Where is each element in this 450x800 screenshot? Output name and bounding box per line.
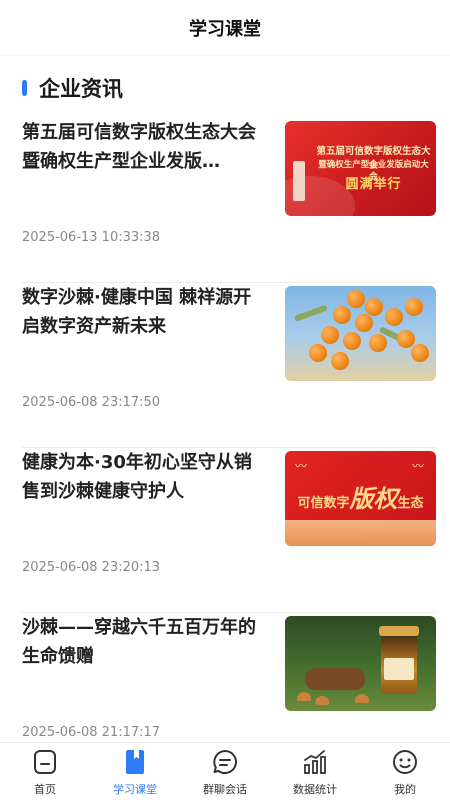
article-date: 2025-06-08 21:17:17 xyxy=(22,725,161,740)
berry-graphic xyxy=(321,326,339,344)
jar-graphic xyxy=(379,626,419,694)
berry-graphic xyxy=(385,308,403,326)
mushroom-graphic xyxy=(297,692,311,701)
decor-band xyxy=(285,520,436,546)
home-icon xyxy=(34,750,56,774)
jar-label xyxy=(384,658,414,680)
thumb-line: 版权 xyxy=(349,484,398,513)
tab-profile[interactable]: 我的 xyxy=(360,743,450,800)
tab-label: 学习课堂 xyxy=(113,783,157,796)
tab-label: 群聊会话 xyxy=(203,783,247,796)
section-header: 企业资讯 xyxy=(0,58,450,118)
stats-icon xyxy=(304,750,326,774)
chat-icon xyxy=(213,750,237,774)
berry-graphic xyxy=(343,332,361,350)
pillar-graphic xyxy=(293,161,305,201)
tab-label: 我的 xyxy=(394,783,416,796)
article-date: 2025-06-08 23:20:13 xyxy=(22,560,161,575)
mushroom-graphic xyxy=(315,696,329,705)
berry-graphic xyxy=(347,290,365,308)
tab-label: 首页 xyxy=(34,783,56,796)
berry-graphic xyxy=(333,306,351,324)
article-date: 2025-06-13 10:33:38 xyxy=(22,230,161,245)
article-item[interactable]: 第五届可信数字版权生态大会暨确权生产型企业发版… 2025-06-13 10:3… xyxy=(22,118,436,283)
article-item[interactable]: 数字沙棘·健康中国 棘祥源开启数字资产新未来 2025-06-08 23:17:… xyxy=(22,283,436,448)
article-date: 2025-06-08 23:17:50 xyxy=(22,395,161,410)
mushroom-graphic xyxy=(355,694,369,703)
article-item[interactable]: 健康为本·30年初心坚守从销售到沙棘健康守护人 2025-06-08 23:20… xyxy=(22,448,436,613)
thumb-line: 可信数字 xyxy=(297,496,350,511)
app-header: 学习课堂 xyxy=(0,0,450,56)
berry-graphic xyxy=(309,344,327,362)
article-thumbnail xyxy=(285,616,436,711)
tab-home[interactable]: 首页 xyxy=(0,743,90,800)
profile-icon xyxy=(393,750,417,774)
log-graphic xyxy=(305,668,365,690)
jar-cap xyxy=(379,626,419,636)
article-title: 健康为本·30年初心坚守从销售到沙棘健康守护人 xyxy=(22,452,252,502)
berry-graphic xyxy=(369,334,387,352)
tab-study[interactable]: 学习课堂 xyxy=(90,743,180,800)
article-title: 数字沙棘·健康中国 棘祥源开启数字资产新未来 xyxy=(22,287,252,337)
article-thumbnail xyxy=(285,286,436,381)
thumb-headline: 可信数字版权生态 xyxy=(285,479,436,514)
page-title: 学习课堂 xyxy=(189,18,261,40)
tab-label: 数据统计 xyxy=(293,783,337,796)
book-icon xyxy=(126,750,144,774)
thumb-line: 生态 xyxy=(397,496,424,511)
bottom-tab-bar: 首页 学习课堂 群聊会话 数据统计 我的 xyxy=(0,742,450,800)
tab-stats[interactable]: 数据统计 xyxy=(270,743,360,800)
thumb-line: 圆满举行 xyxy=(345,177,402,192)
article-title: 第五届可信数字版权生态大会暨确权生产型企业发版… xyxy=(22,122,256,172)
berry-graphic xyxy=(411,344,429,362)
section-title: 企业资讯 xyxy=(39,77,123,101)
berry-graphic xyxy=(355,314,373,332)
tab-chat[interactable]: 群聊会话 xyxy=(180,743,270,800)
article-thumbnail: 〰 〰 可信数字版权生态 xyxy=(285,451,436,546)
berry-graphic xyxy=(397,330,415,348)
section-accent-bar xyxy=(22,80,27,96)
berry-graphic xyxy=(365,298,383,316)
leaf-graphic xyxy=(293,304,328,322)
article-thumbnail: 第五届可信数字版权生态大会 暨确权生产型企业发版启动大会 圆满举行 xyxy=(285,121,436,216)
article-list: 第五届可信数字版权生态大会暨确权生产型企业发版… 2025-06-13 10:3… xyxy=(0,118,450,778)
berry-graphic xyxy=(405,298,423,316)
berry-graphic xyxy=(331,352,349,370)
bird-graphic: 〰 xyxy=(411,459,424,473)
article-title: 沙棘——穿越六千五百万年的生命馈赠 xyxy=(22,617,256,667)
bird-graphic: 〰 xyxy=(295,459,308,473)
